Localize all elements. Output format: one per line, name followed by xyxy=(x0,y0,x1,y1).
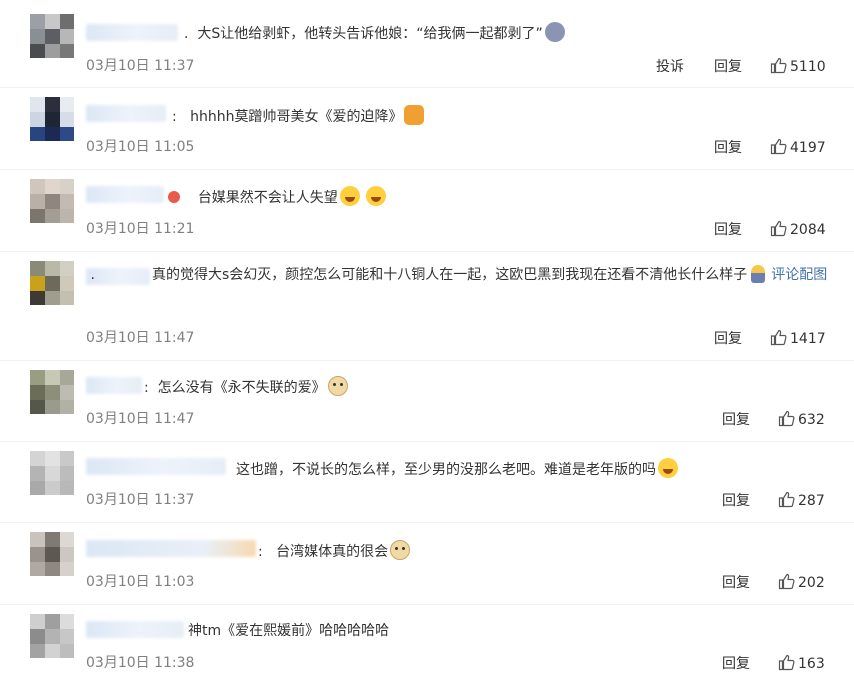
shocked-face-emoji xyxy=(544,22,565,42)
comment-text: 台媒果然不会让人失望 xyxy=(166,186,386,208)
username-blurred[interactable] xyxy=(86,458,226,475)
laugh-tears-emoji xyxy=(339,186,360,206)
thumbs-up-icon xyxy=(770,329,787,346)
like-button[interactable]: 5110 xyxy=(770,57,826,75)
username-blurred[interactable] xyxy=(86,105,166,122)
comment-time: 03月10日 11:03 xyxy=(86,574,195,590)
comment-text: : hhhhh莫蹭帅哥美女《爱的迫降》 xyxy=(172,105,425,127)
like-count: 5110 xyxy=(790,59,826,75)
avatar[interactable] xyxy=(30,532,74,576)
like-count: 1417 xyxy=(790,331,826,347)
thumbs-up-icon xyxy=(770,220,787,237)
like-button[interactable]: 1417 xyxy=(770,329,826,347)
username-blurred[interactable] xyxy=(86,377,142,394)
doge-emoji xyxy=(327,376,348,396)
avatar[interactable] xyxy=(30,370,74,414)
comment-time: 03月10日 11:21 xyxy=(86,221,195,237)
reply-button[interactable]: 回复 xyxy=(714,219,742,239)
comment-time: 03月10日 11:38 xyxy=(86,655,195,671)
laugh-tears-emoji xyxy=(365,186,386,206)
username-blurred[interactable] xyxy=(86,540,256,557)
comment-time: 03月10日 11:37 xyxy=(86,58,195,74)
reply-button[interactable]: 回复 xyxy=(714,56,742,76)
avatar[interactable] xyxy=(30,261,74,305)
rolling-laugh-emoji xyxy=(658,458,678,478)
like-count: 287 xyxy=(798,493,825,509)
comment-time: 03月10日 11:05 xyxy=(86,139,195,155)
avatar[interactable] xyxy=(30,97,74,141)
reply-button[interactable]: 回复 xyxy=(714,328,742,348)
username-blurred[interactable] xyxy=(86,621,184,638)
thumbs-up-icon xyxy=(778,654,795,671)
comment-time: 03月10日 11:47 xyxy=(86,330,195,346)
report-button[interactable]: 投诉 xyxy=(656,56,684,76)
thumbs-up-icon xyxy=(770,57,787,74)
comment-text: 神tm《爱在熙媛前》哈哈哈哈哈 xyxy=(188,623,390,639)
fist-emoji xyxy=(404,105,425,125)
comment-text: . 真的觉得大s会幻灭，颜控怎么可能和十八铜人在一起，这欧巴黑到我现在还看不清他长… xyxy=(86,265,828,283)
like-button[interactable]: 2084 xyxy=(770,220,826,238)
comment-text: . 大S让他给剥虾，他转头告诉他娘：“给我俩一起都剥了” xyxy=(184,22,565,44)
reply-button[interactable]: 回复 xyxy=(722,572,750,592)
comment-time: 03月10日 11:37 xyxy=(86,492,195,508)
like-button[interactable]: 287 xyxy=(778,491,825,509)
comment-text: : 怎么没有《永不失联的爱》 xyxy=(144,376,348,398)
like-button[interactable]: 202 xyxy=(778,573,825,591)
like-count: 632 xyxy=(798,412,825,428)
thumbs-up-icon xyxy=(778,410,795,427)
comment-image-link[interactable]: 评论配图 xyxy=(771,267,827,283)
username-blurred[interactable] xyxy=(86,186,164,203)
thumbs-up-icon xyxy=(770,138,787,155)
image-attachment-icon xyxy=(751,265,766,283)
reply-button[interactable]: 回复 xyxy=(722,409,750,429)
like-button[interactable]: 4197 xyxy=(770,138,826,156)
reply-button[interactable]: 回复 xyxy=(714,137,742,157)
avatar[interactable] xyxy=(30,179,74,223)
thumbs-up-icon xyxy=(778,573,795,590)
like-button[interactable]: 632 xyxy=(778,410,825,428)
doge-emoji xyxy=(390,540,411,560)
heart-emoji xyxy=(168,191,180,203)
avatar[interactable] xyxy=(30,451,74,495)
avatar[interactable] xyxy=(30,14,74,58)
reply-button[interactable]: 回复 xyxy=(722,490,750,510)
username-blurred[interactable] xyxy=(86,24,178,41)
like-count: 163 xyxy=(798,656,825,672)
like-count: 202 xyxy=(798,575,825,591)
avatar[interactable] xyxy=(30,614,74,658)
like-count: 4197 xyxy=(790,140,826,156)
comment-text: 这也蹭，不说长的怎么样，至少男的没那么老吧。难道是老年版的吗 xyxy=(236,458,678,480)
comment-time: 03月10日 11:47 xyxy=(86,411,195,427)
thumbs-up-icon xyxy=(778,491,795,508)
like-button[interactable]: 163 xyxy=(778,654,825,672)
like-count: 2084 xyxy=(790,222,826,238)
reply-button[interactable]: 回复 xyxy=(722,653,750,673)
comment-text: : 台湾媒体真的很会 xyxy=(258,540,411,562)
